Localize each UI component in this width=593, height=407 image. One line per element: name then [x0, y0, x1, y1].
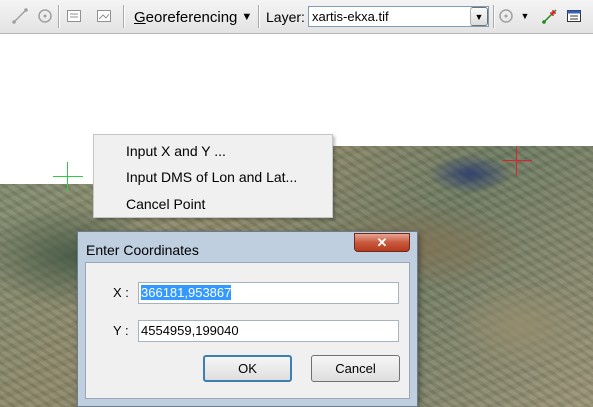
toolbar-separator [493, 5, 495, 28]
menu-label: eoreferencing [145, 8, 238, 26]
chevron-down-icon[interactable]: ▼ [470, 7, 488, 26]
x-label: X : [113, 285, 129, 300]
toolbar-separator [123, 5, 125, 28]
close-button[interactable]: ✕ [354, 233, 410, 252]
image-icon[interactable] [94, 6, 114, 26]
rotate-icon[interactable] [35, 6, 55, 26]
toolbar-separator [58, 5, 60, 28]
chevron-down-icon: ▼ [241, 11, 253, 23]
add-control-points-icon[interactable] [540, 6, 560, 26]
cancel-button[interactable]: Cancel [311, 355, 400, 382]
ok-button[interactable]: OK [203, 355, 292, 382]
menu-item-cancel-point[interactable]: Cancel Point [126, 194, 205, 214]
green-control-point-marker [53, 162, 83, 192]
x-coordinate-value: 366181,953867 [141, 285, 232, 300]
link-table-icon[interactable] [64, 6, 84, 26]
menu-item-input-xy[interactable]: Input X and Y ... [126, 141, 226, 161]
add-control-point-icon[interactable] [10, 6, 30, 26]
red-control-point-marker [502, 146, 532, 176]
close-icon: ✕ [376, 234, 388, 250]
layer-select[interactable]: xartis-ekxa.tif ▼ [308, 6, 489, 27]
rotate-dropdown-icon[interactable] [497, 6, 517, 26]
toolbar-separator [258, 5, 260, 28]
chevron-down-icon[interactable]: ▼ [518, 6, 532, 26]
view-link-table-icon[interactable] [564, 6, 584, 26]
control-point-context-menu: Input X and Y ... Input DMS of Lon and L… [93, 134, 333, 218]
menu-item-input-dms[interactable]: Input DMS of Lon and Lat... [126, 167, 297, 187]
layer-label: Layer: [266, 9, 305, 25]
dialog-body: X : 366181,953867 Y : 4554959,199040 OK … [85, 262, 410, 399]
layer-select-value: xartis-ekxa.tif [312, 9, 389, 24]
menu-accelerator: G [134, 8, 146, 26]
georeferencing-toolbar: Georeferencing ▼ Layer: xartis-ekxa.tif … [0, 0, 593, 34]
y-label: Y : [113, 323, 129, 338]
enter-coordinates-dialog: Enter Coordinates ✕ X : 366181,953867 Y … [77, 231, 418, 407]
y-coordinate-value: 4554959,199040 [141, 323, 239, 338]
dialog-title: Enter Coordinates [86, 242, 199, 258]
georeferencing-menu[interactable]: Georeferencing ▼ [134, 8, 252, 26]
x-coordinate-input[interactable]: 366181,953867 [138, 282, 399, 304]
y-coordinate-input[interactable]: 4554959,199040 [138, 320, 399, 342]
